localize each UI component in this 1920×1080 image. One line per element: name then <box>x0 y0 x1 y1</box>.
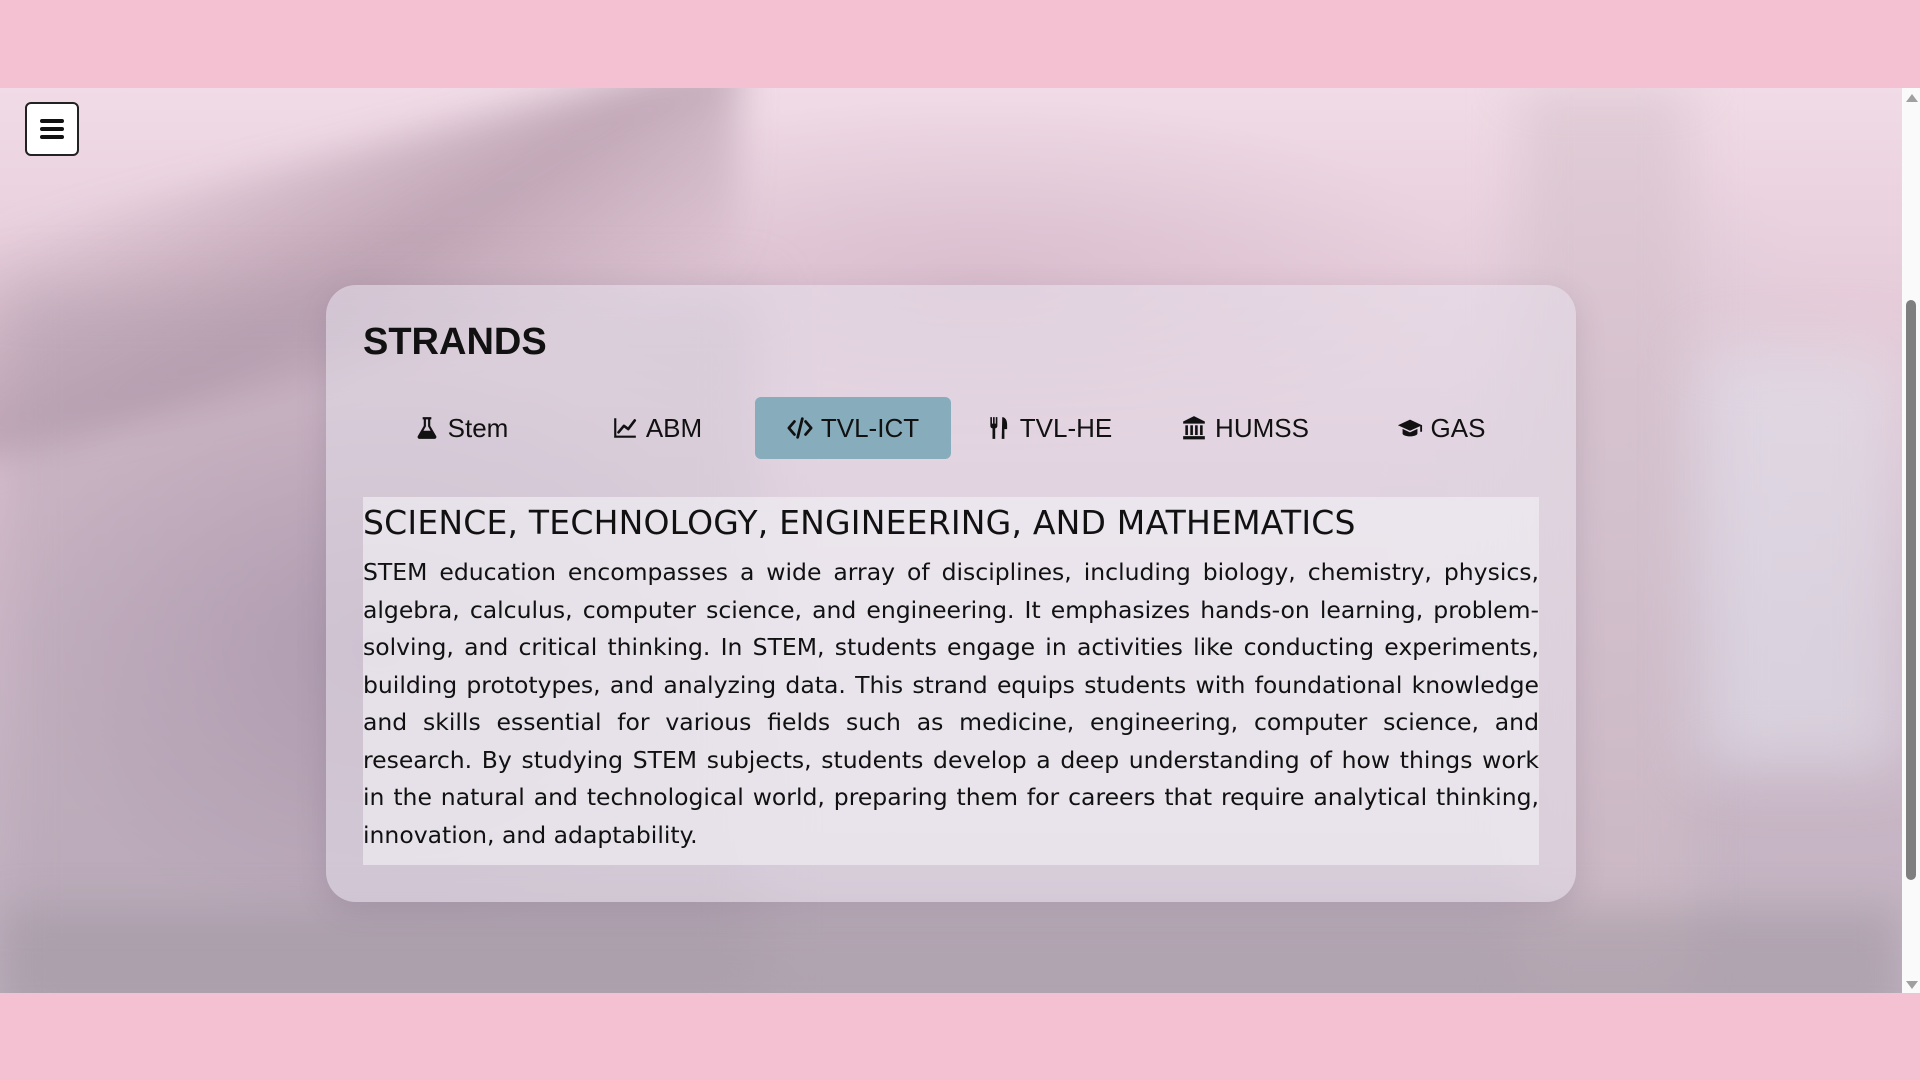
line-chart-icon <box>613 418 636 438</box>
menu-button[interactable] <box>25 102 79 156</box>
vertical-scrollbar[interactable] <box>1902 88 1920 993</box>
scroll-up-arrow-icon[interactable] <box>1906 94 1918 102</box>
flask-icon <box>417 417 437 439</box>
strands-card: STRANDS Stem ABM TVL-ICT TVL-HE HUMSS GA… <box>326 285 1576 902</box>
strand-heading: SCIENCE, TECHNOLOGY, ENGINEERING, AND MA… <box>363 503 1356 542</box>
scroll-down-arrow-icon[interactable] <box>1906 981 1918 989</box>
tab-label: HUMSS <box>1215 412 1309 443</box>
utensils-icon <box>990 417 1007 439</box>
tab-label: GAS <box>1430 412 1486 443</box>
tab-label: TVL-ICT <box>820 412 920 443</box>
strand-description: STEM education encompasses a wide array … <box>363 558 1539 849</box>
tab-label: ABM <box>645 412 703 443</box>
tab-humss[interactable]: HUMSS <box>1147 397 1343 459</box>
tab-gas[interactable]: GAS <box>1343 397 1539 459</box>
background-sky-shape <box>1700 348 1900 768</box>
tab-label: TVL-HE <box>1019 412 1113 443</box>
hamburger-menu-icon <box>40 119 64 139</box>
tab-abm[interactable]: ABM <box>559 397 755 459</box>
strand-content-panel: SCIENCE, TECHNOLOGY, ENGINEERING, AND MA… <box>363 497 1539 865</box>
strand-tabs: Stem ABM TVL-ICT TVL-HE HUMSS GAS <box>363 397 1539 459</box>
background-ground-shape <box>0 908 1900 993</box>
landmark-icon <box>1183 416 1205 440</box>
tab-label: Stem <box>447 412 509 443</box>
tab-tvl-he[interactable]: TVL-HE <box>951 397 1147 459</box>
scrollbar-thumb[interactable] <box>1906 300 1916 880</box>
graduation-cap-icon <box>1397 419 1422 437</box>
code-icon <box>787 417 813 439</box>
tab-stem[interactable]: Stem <box>363 397 559 459</box>
tab-tvl-ict[interactable]: TVL-ICT <box>755 397 951 459</box>
card-title: STRANDS <box>363 321 547 363</box>
